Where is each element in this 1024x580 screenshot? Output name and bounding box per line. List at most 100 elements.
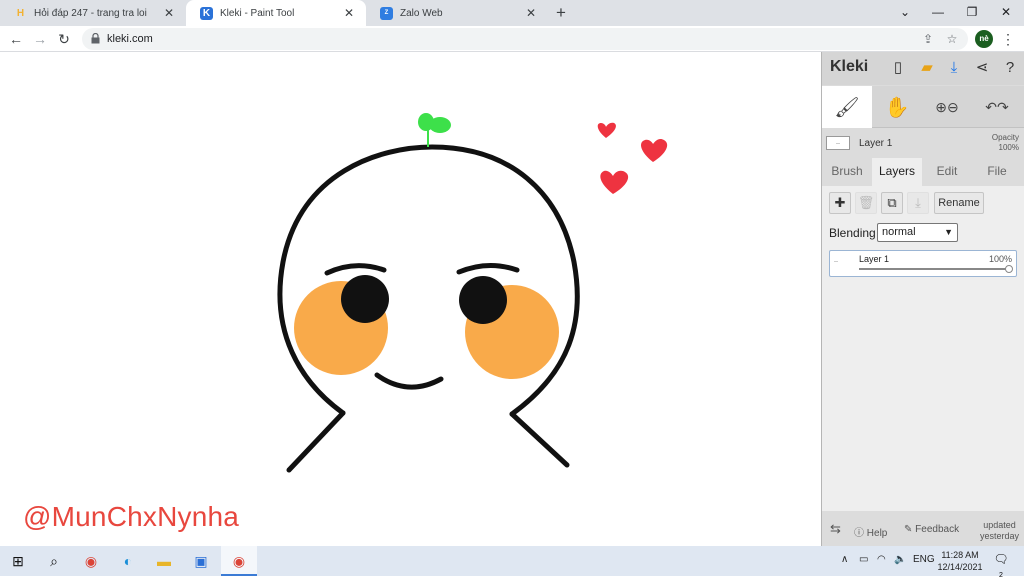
tab-kleki[interactable]: K Kleki - Paint Tool ✕: [186, 0, 366, 26]
volume-icon[interactable]: 🔈: [894, 554, 906, 565]
bookmark-star-icon[interactable]: ☆: [944, 31, 960, 47]
left-eye: [341, 275, 389, 323]
merge-layer-button[interactable]: ⤓: [907, 192, 929, 214]
drawing-canvas[interactable]: @MunChxNynha: [0, 52, 821, 546]
hand-tool-icon[interactable]: ✋: [872, 86, 922, 128]
tab-hoidap[interactable]: H Hỏi đáp 247 - trang tra loi ✕: [0, 0, 186, 26]
updated-line1: updated: [983, 520, 1016, 530]
layer-list-item[interactable]: ‥ Layer 1 100%: [829, 250, 1017, 277]
add-layer-button[interactable]: ✚: [829, 192, 851, 214]
help-link[interactable]: ⓘ Help: [854, 524, 887, 539]
help-label: Help: [866, 528, 888, 539]
undo-redo-icon[interactable]: ↶↷: [972, 86, 1022, 128]
tab-title: Kleki - Paint Tool: [220, 7, 295, 19]
opacity-label: Opacity: [991, 133, 1019, 142]
tab-file[interactable]: File: [972, 158, 1022, 186]
close-tab-icon[interactable]: ✕: [524, 6, 538, 20]
tab-search-chevron-icon[interactable]: ⌄: [888, 0, 922, 26]
clock[interactable]: 11:28 AM 12/14/2021: [936, 549, 984, 573]
clock-time: 11:28 AM: [941, 550, 979, 560]
new-image-icon[interactable]: ▯: [888, 58, 908, 78]
url-text: kleki.com: [107, 33, 153, 45]
kleki-favicon-icon: K: [200, 6, 213, 20]
blending-label: Blending: [829, 226, 876, 240]
kleki-header: Kleki ▯ ▰ ⤓ ⋖ ?: [822, 52, 1024, 85]
tab-brush[interactable]: Brush: [822, 158, 872, 186]
minimize-icon[interactable]: —: [921, 0, 955, 26]
tab-title: Hỏi đáp 247 - trang tra loi: [34, 7, 147, 19]
zalo-favicon-icon: Z: [380, 6, 393, 20]
kleki-logo: Kleki: [830, 58, 869, 75]
battery-icon[interactable]: ▭: [859, 554, 868, 565]
sprout-leaf-right: [429, 117, 451, 133]
reload-icon[interactable]: ↻: [54, 29, 74, 49]
panel-tabs: Brush Layers Edit File: [822, 158, 1024, 186]
right-neck-line: [509, 411, 570, 468]
layer-opacity-slider[interactable]: [859, 268, 1009, 270]
layer-opacity-knob[interactable]: [1005, 265, 1013, 273]
hoidap-favicon-icon: H: [16, 7, 25, 19]
clock-date: 12/14/2021: [937, 562, 983, 572]
close-tab-icon[interactable]: ✕: [342, 6, 356, 20]
layer-opacity: 100%: [988, 254, 1012, 264]
blending-value: normal: [882, 226, 916, 238]
show-hidden-icons-icon[interactable]: ∧: [841, 554, 848, 565]
notification-icon[interactable]: 🗨2: [992, 552, 1010, 579]
duplicate-layer-button[interactable]: ⧉: [881, 192, 903, 214]
help-circle-icon[interactable]: ?: [1000, 58, 1020, 78]
zoom-in-out-icon[interactable]: ⊕⊖: [922, 86, 972, 128]
new-tab-button[interactable]: +: [552, 3, 570, 23]
share-icon[interactable]: ⋖: [972, 58, 992, 78]
layer-thumbnail: ‥: [834, 258, 839, 264]
restore-icon[interactable]: ❐: [955, 0, 989, 26]
download-icon[interactable]: ⤓: [944, 58, 964, 78]
medium-heart: [641, 138, 668, 162]
large-heart: [600, 170, 629, 194]
language-indicator[interactable]: ENG: [913, 554, 935, 565]
chrome-icon: ◉: [232, 553, 246, 569]
updated-line2: yesterday: [979, 531, 1019, 541]
file-explorer-icon[interactable]: ▬: [154, 551, 174, 571]
active-chrome-button[interactable]: ◉: [221, 546, 257, 576]
tab-layers[interactable]: Layers: [872, 158, 922, 186]
browser-menu-icon[interactable]: ⋮: [1001, 29, 1015, 49]
edge-icon[interactable]: ◐: [118, 551, 138, 571]
drawing: [277, 113, 668, 473]
close-tab-icon[interactable]: ✕: [162, 6, 176, 20]
rename-button[interactable]: Rename: [934, 192, 984, 214]
layer-thumbnail: ‥: [826, 136, 850, 150]
wifi-icon[interactable]: ◠: [877, 554, 886, 565]
taskbar: ⊞ ⌕ ◉ ◐ ▬ ▣ ◉ ∧ ▭ ◠ 🔈 ENG 11:28 AM 12/14…: [0, 546, 1024, 579]
small-heart: [597, 122, 616, 138]
watermark-text: @MunChxNynha: [23, 501, 240, 532]
address-bar[interactable]: kleki.com ⇪ ☆: [82, 28, 968, 50]
swap-sides-icon[interactable]: ⇆: [830, 521, 841, 537]
search-icon[interactable]: ⌕: [44, 551, 64, 571]
browser-toolbar: ← → ↻ kleki.com ⇪ ☆ nè ⋮: [0, 26, 1024, 52]
tool-bar: 🖌 ✋ ⊕⊖ ↶↷: [822, 86, 1024, 128]
browser-tab-strip: H Hỏi đáp 247 - trang tra loi ✕ K Kleki …: [0, 0, 1024, 26]
blending-select[interactable]: normal ▼: [877, 223, 958, 242]
tab-zalo[interactable]: Z Zalo Web ✕: [366, 0, 548, 26]
chrome-icon[interactable]: ◉: [81, 551, 101, 571]
forward-arrow-icon[interactable]: →: [30, 29, 50, 49]
tab-edit[interactable]: Edit: [922, 158, 972, 186]
share-icon[interactable]: ⇪: [920, 31, 936, 47]
layer-name: Layer 1: [859, 254, 890, 264]
back-arrow-icon[interactable]: ←: [6, 29, 26, 49]
layer-opacity-fill: [859, 268, 1009, 270]
left-eyebrow: [324, 263, 387, 276]
close-window-icon[interactable]: ✕: [989, 0, 1023, 26]
windows-start-icon[interactable]: ⊞: [8, 551, 28, 571]
brush-tool-icon[interactable]: 🖌: [822, 86, 872, 128]
delete-layer-button[interactable]: 🗑: [855, 192, 877, 214]
open-folder-icon[interactable]: ▰: [917, 58, 937, 78]
smile: [374, 372, 444, 390]
kleki-side-panel: Kleki ▯ ▰ ⤓ ⋖ ? 🖌 ✋ ⊕⊖ ↶↷ ‥ Layer 1 Opac…: [821, 52, 1024, 546]
layers-panel: ✚ 🗑 ⧉ ⤓ Rename Blending normal ▼ ‥ Layer…: [822, 186, 1024, 511]
feedback-link[interactable]: ✎ Feedback: [904, 524, 959, 535]
panel-footer: ⇆ ⓘ Help ✎ Feedback updated yesterday: [822, 518, 1024, 546]
profile-avatar[interactable]: nè: [975, 30, 993, 48]
right-eye: [459, 276, 507, 324]
store-icon[interactable]: ▣: [191, 551, 211, 571]
